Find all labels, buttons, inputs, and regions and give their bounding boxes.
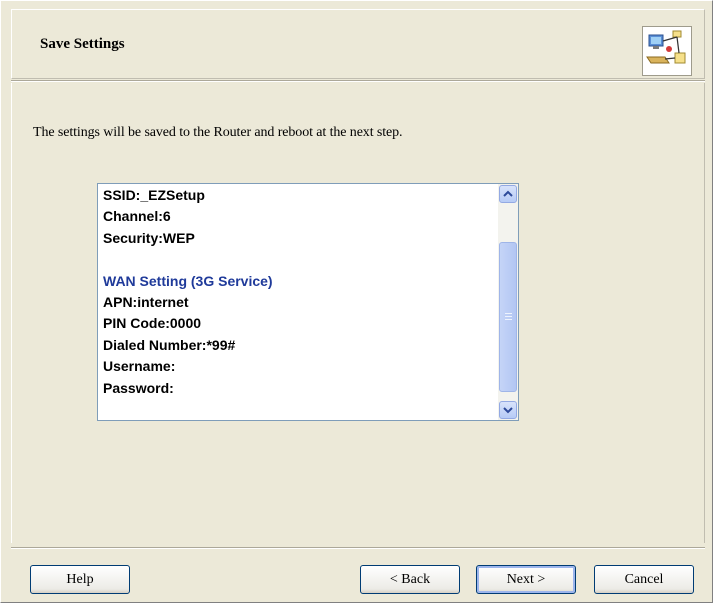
next-button[interactable]: Next > [476,565,576,594]
help-button[interactable]: Help [30,565,130,594]
chevron-up-icon [503,190,513,197]
list-item [103,249,498,270]
wizard-header: Save Settings [11,9,705,79]
scroll-down-button[interactable] [499,401,517,419]
wan-setting-heading: WAN Setting (3G Service) [103,272,273,289]
list-item: APN:internet [103,293,189,310]
scroll-grip [505,319,512,320]
header-separator [11,80,705,82]
cancel-button[interactable]: Cancel [594,565,694,594]
list-item: SSID:_EZSetup [103,187,205,203]
list-item: Username: [103,358,176,375]
scroll-grip [505,313,512,314]
page-title: Save Settings [40,36,125,52]
settings-lines: SSID:_EZSetup Channel:6 Security:WEP WAN… [98,184,498,420]
intro-text: The settings will be saved to the Router… [33,125,403,140]
list-item: Dialed Number:*99# [103,336,236,353]
settings-summary-list[interactable]: SSID:_EZSetup Channel:6 Security:WEP WAN… [97,183,519,421]
chevron-down-icon [503,407,513,414]
back-button[interactable]: < Back [360,565,460,594]
vertical-scrollbar[interactable] [498,184,518,420]
network-router-icon [642,26,692,76]
scroll-thumb[interactable] [499,242,517,392]
list-item: PIN Code:0000 [103,315,202,332]
wizard-dialog: Save Settings The settings will be saved… [0,0,713,603]
list-item: Channel:6 [103,208,171,225]
scroll-up-button[interactable] [499,185,517,203]
footer-separator [11,547,705,549]
list-item: Password: [103,379,174,396]
scroll-grip [505,316,512,317]
list-item: Security:WEP [103,229,195,246]
